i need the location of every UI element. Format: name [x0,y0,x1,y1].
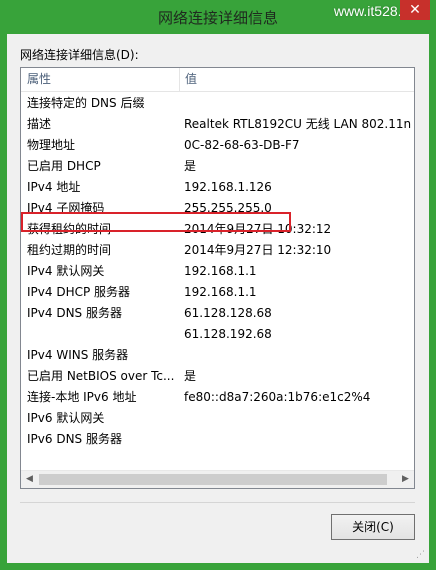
close-icon[interactable]: ✕ [400,0,430,20]
dialog-client-area: 网络连接详细信息(D): 属性 值 连接特定的 DNS 后缀 描述 Realtek … [7,34,429,563]
details-list[interactable]: 属性 值 连接特定的 DNS 后缀 描述 Realtek RTL8192CU 无线 … [20,67,415,489]
column-header-value[interactable]: 值 [179,68,414,91]
property-cell: 已启用 NetBIOS over Tc... [27,369,175,383]
divider [20,502,415,503]
table-row[interactable]: IPv4 地址 192.168.1.126 [21,177,414,198]
resize-grip-icon[interactable]: ⋰ [416,550,426,560]
table-row[interactable]: IPv4 DNS 服务器 61.128.128.68 [21,303,414,324]
value-cell: 是 [184,369,197,383]
scroll-left-icon[interactable]: ◀ [21,471,38,488]
value-cell: 192.168.1.126 [184,180,272,194]
network-details-window: 网络连接详细信息 www.it528.com ✕ 网络连接详细信息(D): 属性… [0,0,436,570]
table-row[interactable]: 物理地址 0C-82-68-63-DB-F7 [21,135,414,156]
value-cell: 是 [184,159,197,173]
ipv4-address-highlight [21,212,291,232]
property-cell: IPv4 地址 [27,180,81,194]
table-row[interactable]: 连接特定的 DNS 后缀 [21,93,414,114]
property-cell: 连接特定的 DNS 后缀 [27,96,145,110]
value-cell: 0C-82-68-63-DB-F7 [184,138,300,152]
table-row[interactable]: IPv6 默认网关 [21,408,414,429]
property-cell: 已启用 DHCP [27,159,101,173]
details-label: 网络连接详细信息(D): [20,48,139,62]
table-row[interactable]: 描述 Realtek RTL8192CU 无线 LAN 802.11n U [21,114,414,135]
property-cell: 租约过期的时间 [27,243,112,257]
property-cell: IPv4 WINS 服务器 [27,348,129,362]
property-cell: IPv4 DNS 服务器 [27,306,122,320]
horizontal-scrollbar[interactable]: ◀ ▶ [21,470,414,488]
table-row[interactable]: 已启用 NetBIOS over Tc... 是 [21,366,414,387]
table-row[interactable]: IPv4 DHCP 服务器 192.168.1.1 [21,282,414,303]
scroll-right-icon[interactable]: ▶ [397,471,414,488]
property-cell: IPv6 DNS 服务器 [27,432,122,446]
value-cell: 192.168.1.1 [184,264,257,278]
value-cell: 2014年9月27日 12:32:10 [184,243,332,257]
value-cell: fe80::d8a7:260a:1b76:e1c2%4 [184,390,371,404]
property-cell: IPv4 默认网关 [27,264,105,278]
value-cell: 61.128.192.68 [184,327,272,341]
close-button[interactable]: 关闭(C) [331,514,415,540]
property-cell: IPv4 DHCP 服务器 [27,285,131,299]
table-row[interactable]: 连接-本地 IPv6 地址 fe80::d8a7:260a:1b76:e1c2%4 [21,387,414,408]
property-cell: 描述 [27,117,52,131]
title-bar[interactable]: 网络连接详细信息 www.it528.com ✕ [0,0,436,34]
table-row[interactable]: IPv6 DNS 服务器 [21,429,414,450]
list-header: 属性 值 [21,68,414,92]
value-cell: 192.168.1.1 [184,285,257,299]
table-row[interactable]: 已启用 DHCP 是 [21,156,414,177]
table-row[interactable]: IPv4 WINS 服务器 [21,345,414,366]
value-cell: 61.128.128.68 [184,306,272,320]
table-row[interactable]: 61.128.192.68 [21,324,414,345]
value-cell: Realtek RTL8192CU 无线 LAN 802.11n U [184,117,415,131]
list-rows: 连接特定的 DNS 后缀 描述 Realtek RTL8192CU 无线 LAN 8… [21,93,414,450]
scroll-thumb[interactable] [39,474,387,485]
column-header-property[interactable]: 属性 [21,68,180,91]
property-cell: 物理地址 [27,138,76,152]
table-row[interactable]: 租约过期的时间 2014年9月27日 12:32:10 [21,240,414,261]
table-row[interactable]: IPv4 默认网关 192.168.1.1 [21,261,414,282]
property-cell: 连接-本地 IPv6 地址 [27,390,137,404]
property-cell: IPv6 默认网关 [27,411,105,425]
